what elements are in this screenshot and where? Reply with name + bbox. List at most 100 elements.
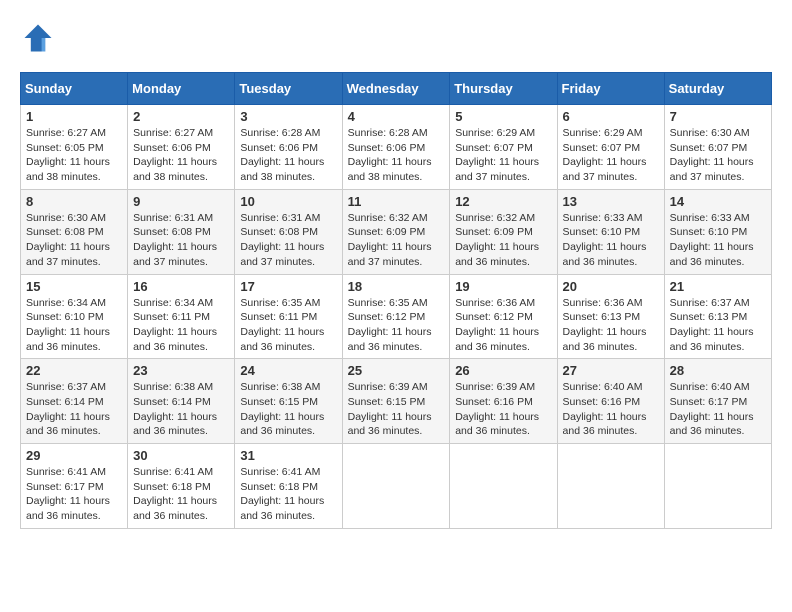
day-info: Sunrise: 6:38 AMSunset: 6:15 PMDaylight:… [240, 380, 336, 439]
calendar-cell: 7 Sunrise: 6:30 AMSunset: 6:07 PMDayligh… [664, 105, 771, 190]
day-info: Sunrise: 6:31 AMSunset: 6:08 PMDaylight:… [133, 211, 229, 270]
calendar-cell: 22 Sunrise: 6:37 AMSunset: 6:14 PMDaylig… [21, 359, 128, 444]
calendar-cell: 23 Sunrise: 6:38 AMSunset: 6:14 PMDaylig… [128, 359, 235, 444]
day-number: 11 [348, 194, 445, 209]
day-number: 13 [563, 194, 659, 209]
day-number: 30 [133, 448, 229, 463]
calendar-cell: 20 Sunrise: 6:36 AMSunset: 6:13 PMDaylig… [557, 274, 664, 359]
calendar-week-row: 1 Sunrise: 6:27 AMSunset: 6:05 PMDayligh… [21, 105, 772, 190]
calendar-cell: 8 Sunrise: 6:30 AMSunset: 6:08 PMDayligh… [21, 189, 128, 274]
day-header-thursday: Thursday [450, 73, 557, 105]
day-number: 15 [26, 279, 122, 294]
calendar-cell [342, 444, 450, 529]
calendar-cell: 19 Sunrise: 6:36 AMSunset: 6:12 PMDaylig… [450, 274, 557, 359]
calendar-cell: 31 Sunrise: 6:41 AMSunset: 6:18 PMDaylig… [235, 444, 342, 529]
calendar-cell: 1 Sunrise: 6:27 AMSunset: 6:05 PMDayligh… [21, 105, 128, 190]
day-number: 21 [670, 279, 766, 294]
day-info: Sunrise: 6:35 AMSunset: 6:11 PMDaylight:… [240, 296, 336, 355]
calendar-table: SundayMondayTuesdayWednesdayThursdayFrid… [20, 72, 772, 529]
calendar-cell: 26 Sunrise: 6:39 AMSunset: 6:16 PMDaylig… [450, 359, 557, 444]
calendar-cell: 27 Sunrise: 6:40 AMSunset: 6:16 PMDaylig… [557, 359, 664, 444]
calendar-cell: 10 Sunrise: 6:31 AMSunset: 6:08 PMDaylig… [235, 189, 342, 274]
calendar-cell: 9 Sunrise: 6:31 AMSunset: 6:08 PMDayligh… [128, 189, 235, 274]
calendar-cell: 15 Sunrise: 6:34 AMSunset: 6:10 PMDaylig… [21, 274, 128, 359]
day-number: 3 [240, 109, 336, 124]
day-info: Sunrise: 6:41 AMSunset: 6:18 PMDaylight:… [240, 465, 336, 524]
day-info: Sunrise: 6:28 AMSunset: 6:06 PMDaylight:… [240, 126, 336, 185]
day-number: 27 [563, 363, 659, 378]
day-info: Sunrise: 6:34 AMSunset: 6:10 PMDaylight:… [26, 296, 122, 355]
day-number: 25 [348, 363, 445, 378]
day-number: 16 [133, 279, 229, 294]
day-info: Sunrise: 6:28 AMSunset: 6:06 PMDaylight:… [348, 126, 445, 185]
day-info: Sunrise: 6:32 AMSunset: 6:09 PMDaylight:… [348, 211, 445, 270]
calendar-cell: 12 Sunrise: 6:32 AMSunset: 6:09 PMDaylig… [450, 189, 557, 274]
day-info: Sunrise: 6:36 AMSunset: 6:13 PMDaylight:… [563, 296, 659, 355]
day-header-wednesday: Wednesday [342, 73, 450, 105]
logo-icon [20, 20, 56, 56]
day-info: Sunrise: 6:27 AMSunset: 6:05 PMDaylight:… [26, 126, 122, 185]
day-info: Sunrise: 6:31 AMSunset: 6:08 PMDaylight:… [240, 211, 336, 270]
calendar-cell [450, 444, 557, 529]
day-info: Sunrise: 6:32 AMSunset: 6:09 PMDaylight:… [455, 211, 551, 270]
day-info: Sunrise: 6:35 AMSunset: 6:12 PMDaylight:… [348, 296, 445, 355]
day-info: Sunrise: 6:30 AMSunset: 6:08 PMDaylight:… [26, 211, 122, 270]
calendar-week-row: 22 Sunrise: 6:37 AMSunset: 6:14 PMDaylig… [21, 359, 772, 444]
day-info: Sunrise: 6:33 AMSunset: 6:10 PMDaylight:… [563, 211, 659, 270]
calendar-cell: 29 Sunrise: 6:41 AMSunset: 6:17 PMDaylig… [21, 444, 128, 529]
day-number: 12 [455, 194, 551, 209]
day-number: 5 [455, 109, 551, 124]
day-header-monday: Monday [128, 73, 235, 105]
day-number: 9 [133, 194, 229, 209]
day-info: Sunrise: 6:29 AMSunset: 6:07 PMDaylight:… [455, 126, 551, 185]
calendar-cell: 5 Sunrise: 6:29 AMSunset: 6:07 PMDayligh… [450, 105, 557, 190]
day-info: Sunrise: 6:39 AMSunset: 6:15 PMDaylight:… [348, 380, 445, 439]
calendar-cell: 30 Sunrise: 6:41 AMSunset: 6:18 PMDaylig… [128, 444, 235, 529]
calendar-cell: 25 Sunrise: 6:39 AMSunset: 6:15 PMDaylig… [342, 359, 450, 444]
day-info: Sunrise: 6:34 AMSunset: 6:11 PMDaylight:… [133, 296, 229, 355]
day-number: 2 [133, 109, 229, 124]
day-number: 17 [240, 279, 336, 294]
day-number: 24 [240, 363, 336, 378]
calendar-cell [557, 444, 664, 529]
calendar-week-row: 15 Sunrise: 6:34 AMSunset: 6:10 PMDaylig… [21, 274, 772, 359]
calendar-cell [664, 444, 771, 529]
calendar-cell: 14 Sunrise: 6:33 AMSunset: 6:10 PMDaylig… [664, 189, 771, 274]
day-info: Sunrise: 6:38 AMSunset: 6:14 PMDaylight:… [133, 380, 229, 439]
day-header-saturday: Saturday [664, 73, 771, 105]
day-number: 29 [26, 448, 122, 463]
logo [20, 20, 60, 56]
calendar-cell: 3 Sunrise: 6:28 AMSunset: 6:06 PMDayligh… [235, 105, 342, 190]
day-number: 10 [240, 194, 336, 209]
day-number: 31 [240, 448, 336, 463]
day-header-tuesday: Tuesday [235, 73, 342, 105]
calendar-cell: 4 Sunrise: 6:28 AMSunset: 6:06 PMDayligh… [342, 105, 450, 190]
calendar-cell: 11 Sunrise: 6:32 AMSunset: 6:09 PMDaylig… [342, 189, 450, 274]
day-number: 4 [348, 109, 445, 124]
calendar-cell: 16 Sunrise: 6:34 AMSunset: 6:11 PMDaylig… [128, 274, 235, 359]
page-header [20, 20, 772, 56]
calendar-cell: 28 Sunrise: 6:40 AMSunset: 6:17 PMDaylig… [664, 359, 771, 444]
day-number: 26 [455, 363, 551, 378]
day-info: Sunrise: 6:30 AMSunset: 6:07 PMDaylight:… [670, 126, 766, 185]
day-info: Sunrise: 6:41 AMSunset: 6:18 PMDaylight:… [133, 465, 229, 524]
day-number: 8 [26, 194, 122, 209]
calendar-week-row: 29 Sunrise: 6:41 AMSunset: 6:17 PMDaylig… [21, 444, 772, 529]
day-info: Sunrise: 6:40 AMSunset: 6:17 PMDaylight:… [670, 380, 766, 439]
day-number: 18 [348, 279, 445, 294]
day-number: 28 [670, 363, 766, 378]
day-info: Sunrise: 6:41 AMSunset: 6:17 PMDaylight:… [26, 465, 122, 524]
calendar-cell: 6 Sunrise: 6:29 AMSunset: 6:07 PMDayligh… [557, 105, 664, 190]
calendar-week-row: 8 Sunrise: 6:30 AMSunset: 6:08 PMDayligh… [21, 189, 772, 274]
day-info: Sunrise: 6:36 AMSunset: 6:12 PMDaylight:… [455, 296, 551, 355]
day-number: 20 [563, 279, 659, 294]
day-info: Sunrise: 6:29 AMSunset: 6:07 PMDaylight:… [563, 126, 659, 185]
day-info: Sunrise: 6:39 AMSunset: 6:16 PMDaylight:… [455, 380, 551, 439]
day-info: Sunrise: 6:37 AMSunset: 6:13 PMDaylight:… [670, 296, 766, 355]
day-info: Sunrise: 6:37 AMSunset: 6:14 PMDaylight:… [26, 380, 122, 439]
calendar-cell: 18 Sunrise: 6:35 AMSunset: 6:12 PMDaylig… [342, 274, 450, 359]
calendar-cell: 13 Sunrise: 6:33 AMSunset: 6:10 PMDaylig… [557, 189, 664, 274]
calendar-cell: 24 Sunrise: 6:38 AMSunset: 6:15 PMDaylig… [235, 359, 342, 444]
day-number: 1 [26, 109, 122, 124]
day-number: 22 [26, 363, 122, 378]
